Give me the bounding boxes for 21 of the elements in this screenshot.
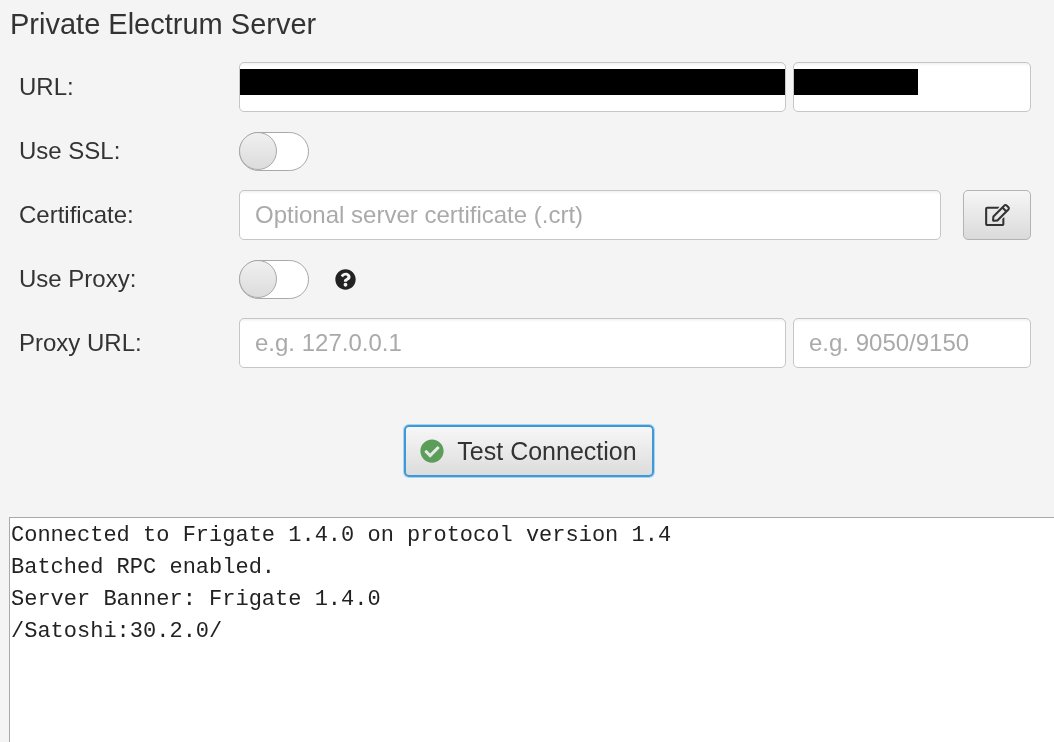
certificate-field[interactable]: Optional server certificate (.crt) xyxy=(239,190,941,240)
port-field[interactable] xyxy=(793,62,1031,112)
log-line: Connected to Frigate 1.4.0 on protocol version 1.4 xyxy=(11,522,672,550)
log-line: Batched RPC enabled. xyxy=(11,554,276,582)
host-field[interactable]: e.g. 127.0.0.1 xyxy=(239,318,786,368)
edit-button[interactable] xyxy=(963,190,1031,240)
field-label: Use SSL: xyxy=(19,137,121,165)
toggle-switch[interactable] xyxy=(239,259,309,299)
field-label: URL: xyxy=(19,73,74,101)
field-label: Proxy URL: xyxy=(19,329,142,357)
toggle-switch[interactable] xyxy=(239,131,309,171)
log-line: Server Banner: Frigate 1.4.0 xyxy=(11,586,381,614)
section-title: Private Electrum Server xyxy=(10,7,317,41)
field-label: Certificate: xyxy=(19,201,134,229)
log-line: /Satoshi:30.2.0/ xyxy=(11,618,223,646)
test-connection-button[interactable]: Test Connection xyxy=(404,425,654,477)
port-field[interactable]: e.g. 9050/9150 xyxy=(793,318,1031,368)
log-text-area[interactable]: Connected to Frigate 1.4.0 on protocol version 1.4 Batched RPC enabled. Server Banner: Frigate 1.4.0 /Satoshi:30.2.0/ xyxy=(9,517,1054,742)
field-label: Use Proxy: xyxy=(19,265,137,293)
help-icon[interactable] xyxy=(335,268,356,290)
host-field[interactable] xyxy=(239,62,786,112)
